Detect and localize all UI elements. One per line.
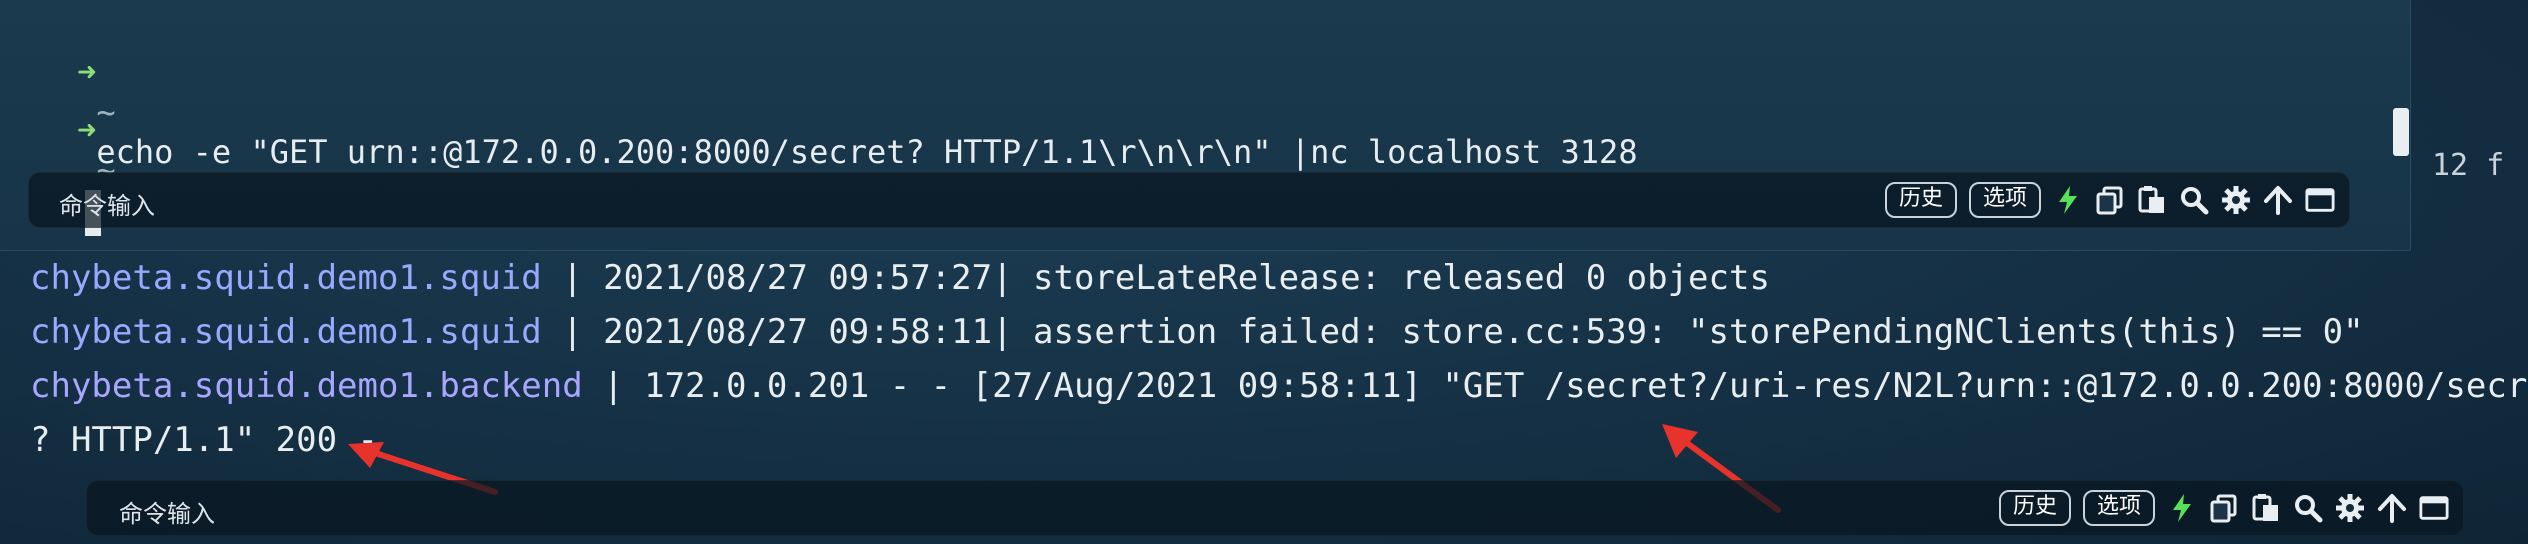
side-pane-text: 12 f [2432, 148, 2505, 183]
log-line: ? HTTP/1.1" 200 - [30, 418, 378, 462]
log-line: chybeta.squid.demo1.squid | 2021/08/27 0… [30, 256, 1770, 300]
command-input-label: 命令输入 [59, 192, 155, 220]
gear-icon[interactable] [2221, 185, 2251, 215]
log-message: ? HTTP/1.1" 200 - [30, 420, 378, 460]
lightning-icon[interactable] [2167, 493, 2197, 523]
log-message: | 2021/08/27 09:57:27| storeLateRelease:… [541, 258, 1770, 298]
up-arrow-icon[interactable] [2263, 185, 2293, 215]
cmdbar-toolbar: 历史 选项 [1998, 490, 2449, 526]
log-service-name: chybeta.squid.demo1.backend [30, 366, 583, 406]
copy-icon[interactable] [2209, 493, 2239, 523]
top-terminal-pane[interactable]: ➜ ~ echo -e "GET urn::@172.0.0.200:8000/… [0, 0, 2411, 251]
paste-icon[interactable] [2137, 185, 2167, 215]
copy-icon[interactable] [2095, 185, 2125, 215]
log-line: chybeta.squid.demo1.backend | 172.0.0.20… [30, 364, 2528, 408]
cmdbar-toolbar: 历史 选项 [1884, 182, 2335, 218]
search-icon[interactable] [2293, 493, 2323, 523]
options-button[interactable]: 选项 [1968, 182, 2041, 218]
log-service-name: chybeta.squid.demo1.squid [30, 312, 542, 352]
bottom-command-input-bar[interactable]: 命令输入 历史 选项 [86, 480, 2464, 536]
history-button[interactable]: 历史 [1884, 182, 1957, 218]
history-button[interactable]: 历史 [1998, 490, 2071, 526]
log-message: | 172.0.0.201 - - [27/Aug/2021 09:58:11]… [582, 366, 2528, 406]
scrollbar-thumb[interactable] [2393, 108, 2409, 156]
paste-icon[interactable] [2251, 493, 2281, 523]
log-line: chybeta.squid.demo1.squid | 2021/08/27 0… [30, 310, 2364, 354]
command-text: echo -e "GET urn::@172.0.0.200:8000/secr… [96, 133, 1638, 171]
up-arrow-icon[interactable] [2377, 493, 2407, 523]
search-icon[interactable] [2179, 185, 2209, 215]
log-message: | 2021/08/27 09:58:11| assertion failed:… [541, 312, 2364, 352]
lightning-icon[interactable] [2053, 185, 2083, 215]
command-input-bar[interactable]: 命令输入 历史 选项 [28, 172, 2350, 228]
window-icon[interactable] [2419, 493, 2449, 523]
log-service-name: chybeta.squid.demo1.squid [30, 258, 542, 298]
window-icon[interactable] [2305, 185, 2335, 215]
gear-icon[interactable] [2335, 493, 2365, 523]
prompt-arrow-icon: ➜ [77, 111, 97, 149]
options-button[interactable]: 选项 [2082, 490, 2155, 526]
command-input-label: 命令输入 [119, 500, 215, 528]
